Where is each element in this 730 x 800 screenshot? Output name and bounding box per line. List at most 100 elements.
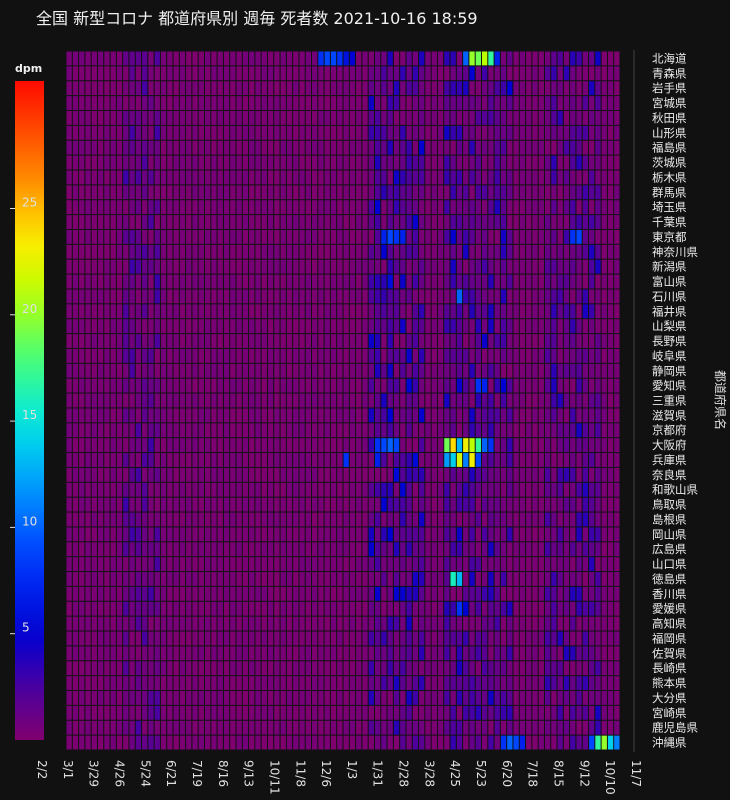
heatmap-cell: [236, 200, 242, 215]
x-tick-label: 5/23: [474, 760, 488, 787]
heatmap-cell: [330, 229, 337, 244]
heatmap-cell: [293, 661, 299, 676]
heatmap-cell: [601, 51, 607, 66]
heatmap-cell: [450, 705, 456, 720]
heatmap-cell: [419, 572, 425, 586]
heatmap-cell: [267, 408, 274, 423]
heatmap-cell: [255, 319, 261, 334]
heatmap-cell: [299, 229, 305, 244]
heatmap-cell: [419, 438, 425, 453]
heatmap-cell: [129, 616, 135, 631]
heatmap-cell: [110, 66, 116, 81]
heatmap-cell: [526, 646, 532, 661]
heatmap-cell: [488, 140, 494, 155]
heatmap-cell: [142, 125, 148, 140]
heatmap-cell: [507, 586, 513, 601]
heatmap-cell: [330, 348, 337, 363]
heatmap-cell: [318, 51, 324, 66]
heatmap-cell: [242, 438, 249, 453]
heatmap-cell: [198, 512, 204, 527]
heatmap-cell: [135, 676, 142, 691]
heatmap-cell: [412, 289, 419, 304]
heatmap-cell: [513, 423, 519, 438]
heatmap-cell: [362, 616, 368, 631]
heatmap-cell: [595, 676, 601, 691]
heatmap-cell: [519, 542, 526, 557]
heatmap-cell: [412, 66, 419, 81]
heatmap-cell: [318, 676, 324, 691]
heatmap-cell: [286, 289, 293, 304]
heatmap-cell: [116, 720, 123, 735]
heatmap-cell: [500, 661, 507, 676]
heatmap-cell: [123, 527, 129, 542]
heatmap-cell: [356, 705, 362, 720]
heatmap-cell: [456, 735, 463, 750]
heatmap-cell: [211, 200, 217, 215]
heatmap-cell: [66, 274, 72, 289]
heatmap-cell: [400, 676, 406, 691]
heatmap-cell: [544, 215, 551, 229]
heatmap-cell: [337, 319, 343, 334]
y-tick-label: 山口県: [652, 557, 687, 571]
heatmap-cell: [582, 363, 589, 378]
heatmap-cell: [192, 185, 198, 200]
heatmap-cell: [280, 66, 286, 81]
heatmap-cell: [72, 542, 79, 557]
heatmap-cell: [299, 512, 305, 527]
heatmap-cell: [330, 304, 337, 319]
heatmap-cell: [274, 393, 280, 408]
heatmap-cell: [482, 438, 488, 453]
heatmap-cell: [211, 438, 217, 453]
heatmap-cell: [406, 497, 412, 512]
heatmap-cell: [192, 363, 198, 378]
heatmap-cell: [223, 676, 230, 691]
heatmap-cell: [538, 274, 544, 289]
heatmap-cell: [148, 676, 154, 691]
heatmap-cell: [368, 616, 374, 631]
heatmap-cell: [381, 705, 387, 720]
heatmap-cell: [463, 66, 469, 81]
heatmap-cell: [356, 229, 362, 244]
heatmap-cell: [437, 616, 444, 631]
heatmap-cell: [368, 720, 374, 735]
heatmap-cell: [570, 691, 576, 705]
heatmap-cell: [116, 393, 123, 408]
heatmap-cell: [513, 735, 519, 750]
heatmap-cell: [393, 66, 400, 81]
heatmap-cell: [312, 348, 318, 363]
heatmap-cell: [400, 140, 406, 155]
heatmap-cell: [110, 453, 116, 467]
heatmap-cell: [463, 542, 469, 557]
heatmap-cell: [582, 572, 589, 586]
heatmap-cell: [570, 304, 576, 319]
heatmap-cell: [469, 661, 475, 676]
heatmap-cell: [104, 720, 110, 735]
heatmap-cell: [463, 497, 469, 512]
heatmap-cell: [274, 557, 280, 572]
heatmap-cell: [513, 616, 519, 631]
heatmap-cell: [614, 482, 620, 497]
heatmap-cell: [330, 378, 337, 393]
heatmap-cell: [211, 646, 217, 661]
heatmap-cell: [607, 512, 614, 527]
heatmap-cell: [293, 51, 299, 66]
heatmap-cell: [236, 66, 242, 81]
heatmap-cell: [249, 616, 255, 631]
heatmap-cell: [318, 705, 324, 720]
heatmap-cell: [544, 378, 551, 393]
heatmap-cell: [173, 200, 179, 215]
heatmap-cell: [330, 51, 337, 66]
heatmap-cell: [299, 720, 305, 735]
heatmap-cell: [400, 527, 406, 542]
heatmap-cell: [563, 378, 570, 393]
heatmap-cell: [110, 616, 116, 631]
heatmap-cell: [129, 542, 135, 557]
heatmap-cell: [393, 453, 400, 467]
heatmap-cell: [425, 631, 431, 646]
heatmap-cell: [482, 423, 488, 438]
heatmap-cell: [72, 453, 79, 467]
x-tick-label: 11/7: [629, 760, 643, 787]
heatmap-cell: [406, 140, 412, 155]
heatmap-cell: [595, 185, 601, 200]
heatmap-cell: [614, 155, 620, 170]
